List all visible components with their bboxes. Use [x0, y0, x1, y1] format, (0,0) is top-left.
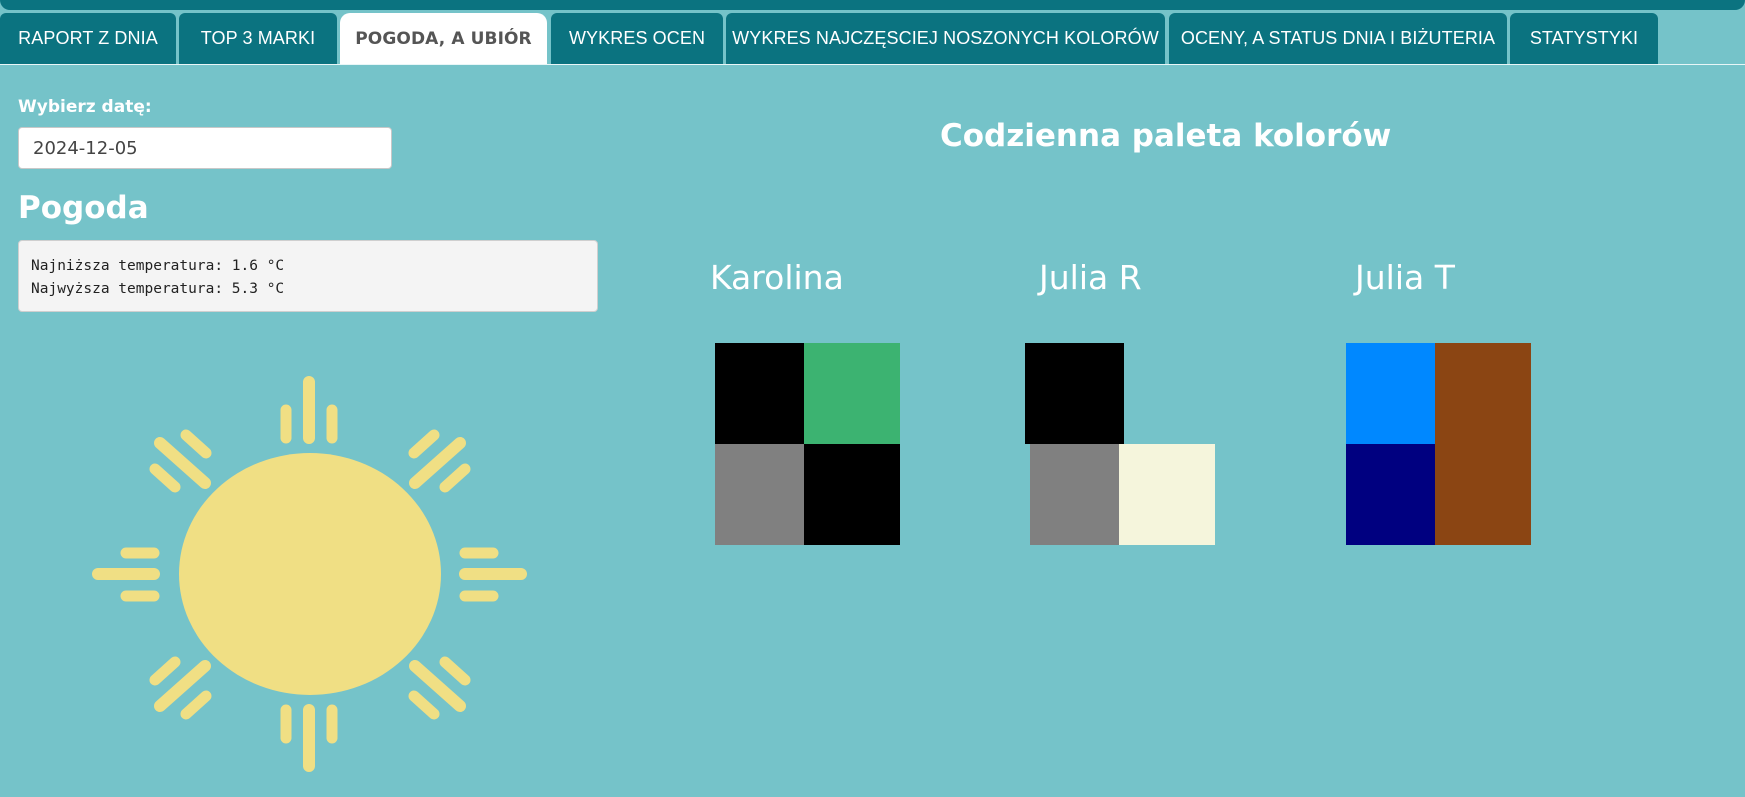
tab-bar: RAPORT Z DNIA TOP 3 MARKI POGODA, A UBIÓ… — [0, 13, 1745, 65]
tab-wykres-ocen[interactable]: WYKRES OCEN — [551, 13, 723, 64]
date-label: Wybierz datę: — [18, 97, 152, 117]
person-name-julia-r: Julia R — [1039, 258, 1142, 297]
color-swatch — [1346, 444, 1435, 545]
date-input[interactable] — [18, 127, 392, 169]
tab-raport-z-dnia[interactable]: RAPORT Z DNIA — [0, 13, 176, 64]
color-swatch — [1435, 444, 1531, 545]
tab-statystyki[interactable]: STATYSTYKI — [1510, 13, 1658, 64]
sun-icon — [92, 376, 527, 772]
tab-top-3-marki[interactable]: TOP 3 MARKI — [179, 13, 337, 64]
color-swatch — [1346, 343, 1435, 444]
palette-title: Codzienna paleta kolorów — [940, 118, 1392, 154]
tab-pogoda-a-ubior[interactable]: POGODA, A UBIÓR — [340, 13, 547, 64]
tab-oceny-status-bizuteria[interactable]: OCENY, A STATUS DNIA I BIŻUTERIA — [1169, 13, 1507, 64]
tab-divider — [0, 64, 1745, 65]
person-name-karolina: Karolina — [710, 258, 844, 297]
color-swatch — [715, 444, 804, 545]
top-header-bar — [0, 0, 1745, 10]
person-name-julia-t: Julia T — [1355, 258, 1455, 297]
min-temperature: Najniższa temperatura: 1.6 °C — [31, 258, 285, 274]
color-swatch — [804, 444, 900, 545]
color-swatch — [1030, 444, 1119, 545]
color-swatch — [715, 343, 804, 444]
weather-info-box: Najniższa temperatura: 1.6 °C Najwyższa … — [18, 240, 598, 312]
color-swatch — [1025, 343, 1124, 444]
max-temperature: Najwyższa temperatura: 5.3 °C — [31, 281, 285, 297]
color-swatch — [804, 343, 900, 444]
tab-wykres-kolorow[interactable]: WYKRES NAJCZĘSCIEJ NOSZONYCH KOLORÓW — [726, 13, 1165, 64]
weather-title: Pogoda — [18, 190, 149, 226]
color-swatch — [1435, 343, 1531, 444]
color-swatch — [1119, 444, 1215, 545]
